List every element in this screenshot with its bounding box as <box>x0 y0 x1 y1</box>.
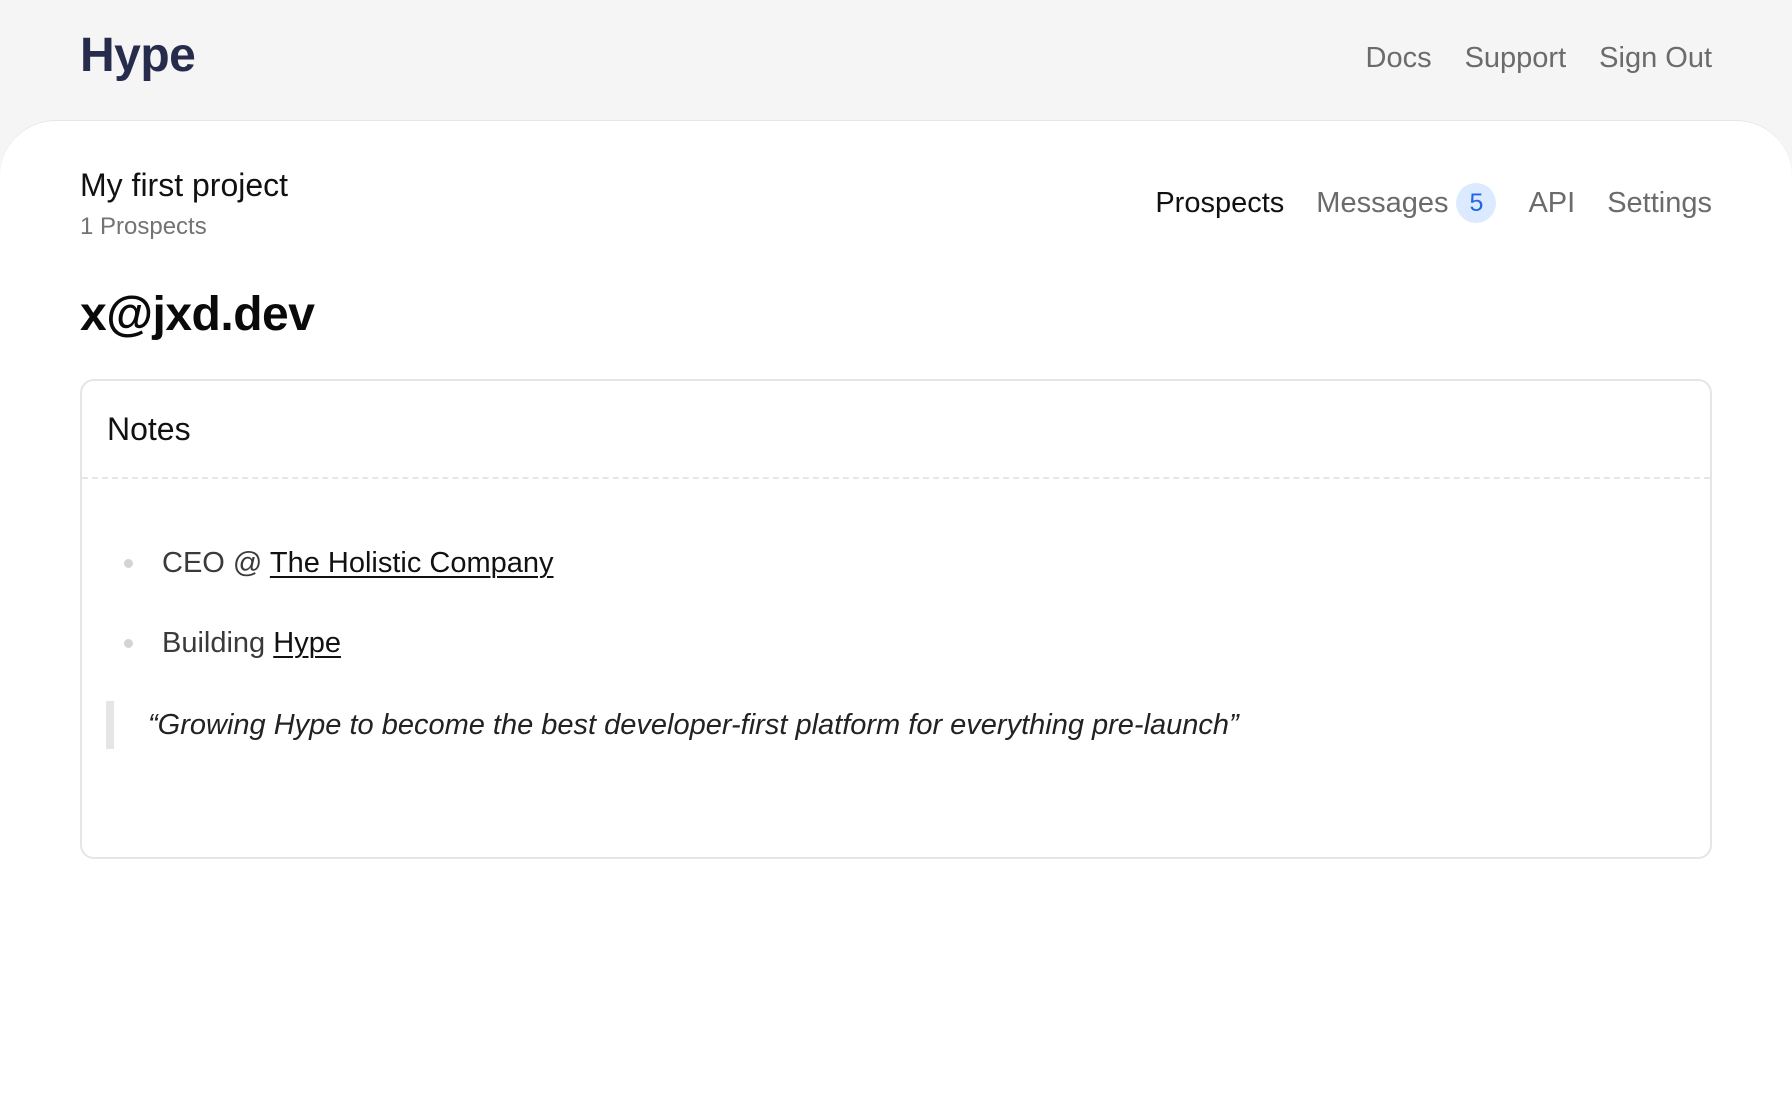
messages-count-badge: 5 <box>1456 183 1497 223</box>
note-quote: “Growing Hype to become the best develop… <box>106 701 1666 749</box>
docs-link[interactable]: Docs <box>1366 42 1432 75</box>
bullet-icon <box>124 559 133 568</box>
company-link[interactable]: The Holistic Company <box>270 547 554 579</box>
list-item: Building Hype <box>82 623 554 703</box>
prospect-email: x@jxd.dev <box>80 288 315 341</box>
notes-title: Notes <box>107 411 191 447</box>
notes-card: Notes CEO @ The Holistic Company Buildin… <box>80 379 1712 859</box>
top-nav: Docs Support Sign Out <box>1366 42 1713 75</box>
note-text: Building <box>162 627 274 659</box>
logo[interactable]: Hype <box>80 28 196 83</box>
tab-prospects-label: Prospects <box>1155 186 1285 219</box>
tab-api[interactable]: API <box>1528 187 1575 220</box>
note-text: CEO @ <box>162 547 270 579</box>
tab-prospects[interactable]: Prospects <box>1155 187 1284 220</box>
project-tabs: Prospects Messages 5 API Settings <box>1155 183 1712 223</box>
tab-settings[interactable]: Settings <box>1607 187 1712 220</box>
notes-list: CEO @ The Holistic Company Building Hype <box>82 543 554 703</box>
tab-api-label: API <box>1528 186 1576 219</box>
project-title: My first project <box>80 167 289 203</box>
hype-link[interactable]: Hype <box>273 627 341 659</box>
list-item: CEO @ The Holistic Company <box>82 543 554 623</box>
sign-out-link[interactable]: Sign Out <box>1599 42 1712 75</box>
tab-messages[interactable]: Messages 5 <box>1316 183 1497 223</box>
tab-settings-label: Settings <box>1607 186 1712 219</box>
notes-card-header: Notes <box>82 381 1710 479</box>
tab-messages-label: Messages <box>1316 186 1449 219</box>
top-bar: Hype Docs Support Sign Out <box>0 0 1792 120</box>
bullet-icon <box>124 639 133 648</box>
prospect-count: 1 Prospects <box>80 213 207 240</box>
main-panel: My first project 1 Prospects Prospects M… <box>0 120 1792 1120</box>
support-link[interactable]: Support <box>1465 42 1567 75</box>
